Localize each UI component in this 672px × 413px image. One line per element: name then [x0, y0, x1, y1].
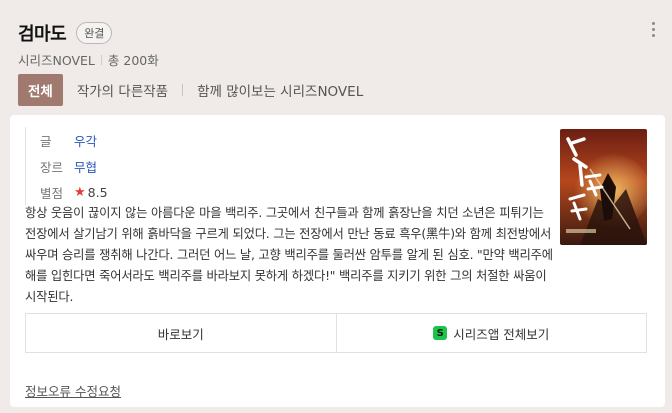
- synopsis: 항상 웃음이 끊이지 않는 아름다운 마을 백리주. 그곳에서 친구들과 함께 …: [25, 206, 553, 304]
- title-row: 검마도 완결: [18, 20, 113, 46]
- genre-link[interactable]: 무협: [74, 157, 97, 176]
- detail-card: 글 우각 장르 무협 별점 ★ 8.5 항상 웃음이 끊이지 않는 아름다운 마…: [10, 115, 665, 407]
- author-link[interactable]: 우각: [74, 131, 97, 150]
- divider: [100, 54, 102, 65]
- series-logo-icon: S: [433, 326, 448, 340]
- info-list: 글 우각 장르 무협 별점 ★ 8.5: [25, 127, 108, 205]
- view-button[interactable]: 바로보기: [26, 314, 336, 352]
- action-bar: 바로보기 S 시리즈앱 전체보기: [25, 313, 647, 353]
- series-app-button[interactable]: S 시리즈앱 전체보기: [335, 314, 647, 352]
- meta-line: 시리즈NOVEL 총 200화: [18, 50, 159, 69]
- author-row: 글 우각: [40, 127, 108, 153]
- episode-count: 총 200화: [107, 53, 159, 68]
- tab-author-works[interactable]: 작가의 다른작품: [77, 80, 168, 100]
- status-badge: 완결: [76, 22, 113, 44]
- report-error-link[interactable]: 정보오류 수정요청: [25, 381, 121, 400]
- divider: [182, 84, 184, 96]
- tab-bar: 전체 작가의 다른작품 함께 많이보는 시리즈NOVEL: [18, 74, 363, 106]
- cover-art: [560, 129, 647, 245]
- page-title: 검마도: [18, 24, 67, 45]
- rating-value: ★ 8.5: [74, 185, 108, 200]
- genre-row: 장르 무협: [40, 153, 108, 179]
- header: 검마도 완결 시리즈NOVEL 총 200화 전체 작가의 다른작품 함께 많이…: [0, 0, 672, 112]
- tab-all[interactable]: 전체: [18, 74, 63, 106]
- star-icon: ★: [74, 184, 86, 200]
- genre-label: 장르: [40, 159, 64, 175]
- tab-related[interactable]: 함께 많이보는 시리즈NOVEL: [197, 80, 363, 100]
- author-label: 글: [40, 133, 52, 149]
- cover-image[interactable]: [560, 129, 647, 245]
- rating-number: 8.5: [87, 184, 108, 200]
- rating-row: 별점 ★ 8.5: [40, 179, 108, 205]
- view-button-label: 바로보기: [157, 326, 204, 342]
- more-options-icon[interactable]: [652, 22, 656, 37]
- publisher-label: 시리즈NOVEL: [18, 53, 95, 68]
- series-app-label: 시리즈앱 전체보기: [453, 326, 550, 342]
- rating-label: 별점: [40, 185, 64, 201]
